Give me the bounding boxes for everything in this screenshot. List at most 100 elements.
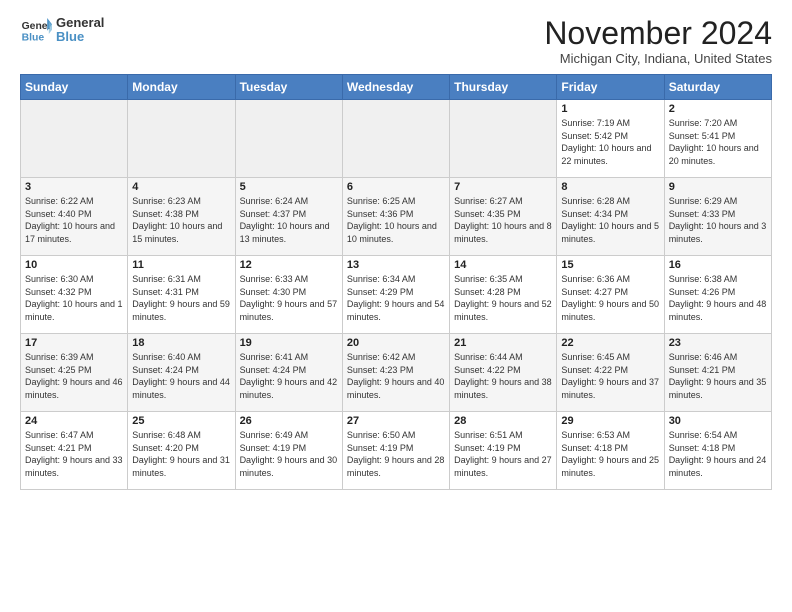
table-cell: 27 Sunrise: 6:50 AM Sunset: 4:19 PM Dayli… xyxy=(342,412,449,490)
header: General Blue General Blue November 2024 … xyxy=(20,16,772,66)
week-row-0: 1Sunrise: 7:19 AM Sunset: 5:42 PM Daylig… xyxy=(21,100,772,178)
table-cell xyxy=(235,100,342,178)
table-cell: 5 Sunrise: 6:24 AM Sunset: 4:37 PM Daylig… xyxy=(235,178,342,256)
week-row-2: 10 Sunrise: 6:30 AM Sunset: 4:32 PM Dayli… xyxy=(21,256,772,334)
cell-content: Sunrise: 7:20 AM Sunset: 5:41 PM Dayligh… xyxy=(669,117,767,167)
cell-content: Sunrise: 6:45 AM Sunset: 4:22 PM Dayligh… xyxy=(561,351,659,401)
table-cell: 4 Sunrise: 6:23 AM Sunset: 4:38 PM Daylig… xyxy=(128,178,235,256)
day-number: 2 xyxy=(669,103,767,115)
table-cell: 14 Sunrise: 6:35 AM Sunset: 4:28 PM Dayli… xyxy=(450,256,557,334)
cell-content: Sunrise: 6:29 AM Sunset: 4:33 PM Dayligh… xyxy=(669,195,767,245)
day-number: 10 xyxy=(25,259,123,271)
cell-content: Sunrise: 6:49 AM Sunset: 4:19 PM Dayligh… xyxy=(240,429,338,479)
day-number: 6 xyxy=(347,181,445,193)
cell-content: Sunrise: 6:38 AM Sunset: 4:26 PM Dayligh… xyxy=(669,273,767,323)
day-number: 30 xyxy=(669,415,767,427)
cell-content: Sunrise: 6:42 AM Sunset: 4:23 PM Dayligh… xyxy=(347,351,445,401)
title-block: November 2024 Michigan City, Indiana, Un… xyxy=(544,16,772,66)
logo-icon: General Blue xyxy=(20,16,52,44)
cell-content: Sunrise: 6:33 AM Sunset: 4:30 PM Dayligh… xyxy=(240,273,338,323)
day-number: 19 xyxy=(240,337,338,349)
table-cell xyxy=(128,100,235,178)
table-cell: 3 Sunrise: 6:22 AM Sunset: 4:40 PM Daylig… xyxy=(21,178,128,256)
day-number: 11 xyxy=(132,259,230,271)
day-number: 15 xyxy=(561,259,659,271)
day-number: 24 xyxy=(25,415,123,427)
col-monday: Monday xyxy=(128,75,235,100)
week-row-4: 24 Sunrise: 6:47 AM Sunset: 4:21 PM Dayli… xyxy=(21,412,772,490)
day-number: 14 xyxy=(454,259,552,271)
logo: General Blue General Blue xyxy=(20,16,104,45)
cell-content: Sunrise: 6:54 AM Sunset: 4:18 PM Dayligh… xyxy=(669,429,767,479)
week-row-1: 3 Sunrise: 6:22 AM Sunset: 4:40 PM Daylig… xyxy=(21,178,772,256)
col-wednesday: Wednesday xyxy=(342,75,449,100)
cell-content: Sunrise: 6:51 AM Sunset: 4:19 PM Dayligh… xyxy=(454,429,552,479)
table-cell: 7 Sunrise: 6:27 AM Sunset: 4:35 PM Daylig… xyxy=(450,178,557,256)
month-title: November 2024 xyxy=(544,16,772,51)
table-cell: 16Sunrise: 6:38 AM Sunset: 4:26 PM Dayli… xyxy=(664,256,771,334)
table-cell: 21 Sunrise: 6:44 AM Sunset: 4:22 PM Dayli… xyxy=(450,334,557,412)
svg-text:Blue: Blue xyxy=(22,33,45,44)
table-cell: 19 Sunrise: 6:41 AM Sunset: 4:24 PM Dayli… xyxy=(235,334,342,412)
cell-content: Sunrise: 6:40 AM Sunset: 4:24 PM Dayligh… xyxy=(132,351,230,401)
cell-content: Sunrise: 6:22 AM Sunset: 4:40 PM Dayligh… xyxy=(25,195,123,245)
cell-content: Sunrise: 6:47 AM Sunset: 4:21 PM Dayligh… xyxy=(25,429,123,479)
day-number: 17 xyxy=(25,337,123,349)
calendar: Sunday Monday Tuesday Wednesday Thursday… xyxy=(20,74,772,490)
day-number: 22 xyxy=(561,337,659,349)
cell-content: Sunrise: 6:46 AM Sunset: 4:21 PM Dayligh… xyxy=(669,351,767,401)
cell-content: Sunrise: 6:44 AM Sunset: 4:22 PM Dayligh… xyxy=(454,351,552,401)
table-cell: 13Sunrise: 6:34 AM Sunset: 4:29 PM Dayli… xyxy=(342,256,449,334)
table-cell: 26Sunrise: 6:49 AM Sunset: 4:19 PM Dayli… xyxy=(235,412,342,490)
day-number: 27 xyxy=(347,415,445,427)
week-row-3: 17 Sunrise: 6:39 AM Sunset: 4:25 PM Dayli… xyxy=(21,334,772,412)
table-cell: 28 Sunrise: 6:51 AM Sunset: 4:19 PM Dayli… xyxy=(450,412,557,490)
table-cell xyxy=(21,100,128,178)
day-number: 3 xyxy=(25,181,123,193)
day-number: 4 xyxy=(132,181,230,193)
cell-content: Sunrise: 6:50 AM Sunset: 4:19 PM Dayligh… xyxy=(347,429,445,479)
col-thursday: Thursday xyxy=(450,75,557,100)
col-friday: Friday xyxy=(557,75,664,100)
cell-content: Sunrise: 6:25 AM Sunset: 4:36 PM Dayligh… xyxy=(347,195,445,245)
cell-content: Sunrise: 6:28 AM Sunset: 4:34 PM Dayligh… xyxy=(561,195,659,245)
day-number: 7 xyxy=(454,181,552,193)
cell-content: Sunrise: 6:35 AM Sunset: 4:28 PM Dayligh… xyxy=(454,273,552,323)
day-number: 1 xyxy=(561,103,659,115)
day-number: 28 xyxy=(454,415,552,427)
col-tuesday: Tuesday xyxy=(235,75,342,100)
table-cell: 22 Sunrise: 6:45 AM Sunset: 4:22 PM Dayli… xyxy=(557,334,664,412)
table-cell: 17 Sunrise: 6:39 AM Sunset: 4:25 PM Dayli… xyxy=(21,334,128,412)
table-cell: 25Sunrise: 6:48 AM Sunset: 4:20 PM Dayli… xyxy=(128,412,235,490)
cell-content: Sunrise: 6:41 AM Sunset: 4:24 PM Dayligh… xyxy=(240,351,338,401)
day-number: 23 xyxy=(669,337,767,349)
cell-content: Sunrise: 6:30 AM Sunset: 4:32 PM Dayligh… xyxy=(25,273,123,323)
cell-content: Sunrise: 6:27 AM Sunset: 4:35 PM Dayligh… xyxy=(454,195,552,245)
cell-content: Sunrise: 6:39 AM Sunset: 4:25 PM Dayligh… xyxy=(25,351,123,401)
col-sunday: Sunday xyxy=(21,75,128,100)
table-cell: 8 Sunrise: 6:28 AM Sunset: 4:34 PM Daylig… xyxy=(557,178,664,256)
day-number: 9 xyxy=(669,181,767,193)
table-cell: 29Sunrise: 6:53 AM Sunset: 4:18 PM Dayli… xyxy=(557,412,664,490)
table-cell xyxy=(450,100,557,178)
cell-content: Sunrise: 6:23 AM Sunset: 4:38 PM Dayligh… xyxy=(132,195,230,245)
table-cell xyxy=(342,100,449,178)
col-saturday: Saturday xyxy=(664,75,771,100)
cell-content: Sunrise: 6:24 AM Sunset: 4:37 PM Dayligh… xyxy=(240,195,338,245)
logo-line2: Blue xyxy=(56,30,104,44)
day-number: 18 xyxy=(132,337,230,349)
cell-content: Sunrise: 6:53 AM Sunset: 4:18 PM Dayligh… xyxy=(561,429,659,479)
table-cell: 6 Sunrise: 6:25 AM Sunset: 4:36 PM Daylig… xyxy=(342,178,449,256)
day-number: 5 xyxy=(240,181,338,193)
calendar-header-row: Sunday Monday Tuesday Wednesday Thursday… xyxy=(21,75,772,100)
table-cell: 2 Sunrise: 7:20 AM Sunset: 5:41 PM Daylig… xyxy=(664,100,771,178)
day-number: 20 xyxy=(347,337,445,349)
day-number: 8 xyxy=(561,181,659,193)
table-cell: 11Sunrise: 6:31 AM Sunset: 4:31 PM Dayli… xyxy=(128,256,235,334)
day-number: 12 xyxy=(240,259,338,271)
day-number: 25 xyxy=(132,415,230,427)
cell-content: Sunrise: 6:36 AM Sunset: 4:27 PM Dayligh… xyxy=(561,273,659,323)
table-cell: 15 Sunrise: 6:36 AM Sunset: 4:27 PM Dayli… xyxy=(557,256,664,334)
day-number: 21 xyxy=(454,337,552,349)
day-number: 13 xyxy=(347,259,445,271)
